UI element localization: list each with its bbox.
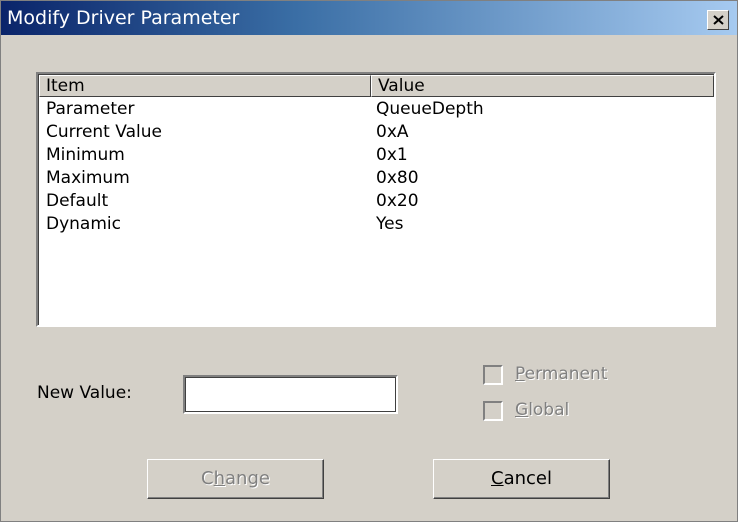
title-bar[interactable]: Modify Driver Parameter bbox=[1, 1, 737, 35]
column-header-item[interactable]: Item bbox=[39, 75, 371, 97]
item-cell: Maximum bbox=[46, 168, 130, 188]
global-label: Global bbox=[515, 400, 570, 420]
value-cell: QueueDepth bbox=[376, 99, 484, 119]
permanent-checkbox-box[interactable] bbox=[483, 365, 503, 385]
value-cell: 0x20 bbox=[376, 191, 419, 211]
value-cell: Yes bbox=[376, 214, 404, 234]
column-header-value[interactable]: Value bbox=[371, 75, 714, 97]
list-row[interactable]: Parameter QueueDepth bbox=[39, 98, 714, 121]
list-row[interactable]: Maximum 0x80 bbox=[39, 167, 714, 190]
close-icon bbox=[713, 15, 724, 25]
value-cell: 0x80 bbox=[376, 168, 419, 188]
new-value-label: New Value: bbox=[37, 383, 132, 403]
window-title: Modify Driver Parameter bbox=[7, 7, 240, 29]
modify-driver-parameter-dialog: Modify Driver Parameter Item Value Param… bbox=[0, 0, 738, 522]
new-value-input[interactable] bbox=[183, 375, 398, 414]
list-row[interactable]: Current Value 0xA bbox=[39, 121, 714, 144]
item-cell: Current Value bbox=[46, 122, 162, 142]
change-button[interactable]: Change bbox=[147, 459, 324, 499]
list-row[interactable]: Dynamic Yes bbox=[39, 213, 714, 236]
list-rows: Parameter QueueDepth Current Value 0xA M… bbox=[39, 98, 714, 236]
list-header: Item Value bbox=[39, 75, 714, 97]
item-cell: Dynamic bbox=[46, 214, 121, 234]
list-row[interactable]: Minimum 0x1 bbox=[39, 144, 714, 167]
list-row[interactable]: Default 0x20 bbox=[39, 190, 714, 213]
global-checkbox-box[interactable] bbox=[483, 401, 503, 421]
parameter-list[interactable]: Item Value Parameter QueueDepth Current … bbox=[36, 72, 716, 327]
value-cell: 0xA bbox=[376, 122, 409, 142]
permanent-label: Permanent bbox=[515, 364, 608, 384]
item-cell: Parameter bbox=[46, 99, 135, 119]
item-cell: Minimum bbox=[46, 145, 125, 165]
cancel-button[interactable]: Cancel bbox=[433, 459, 610, 499]
item-cell: Default bbox=[46, 191, 109, 211]
close-button[interactable] bbox=[707, 10, 729, 30]
value-cell: 0x1 bbox=[376, 145, 408, 165]
